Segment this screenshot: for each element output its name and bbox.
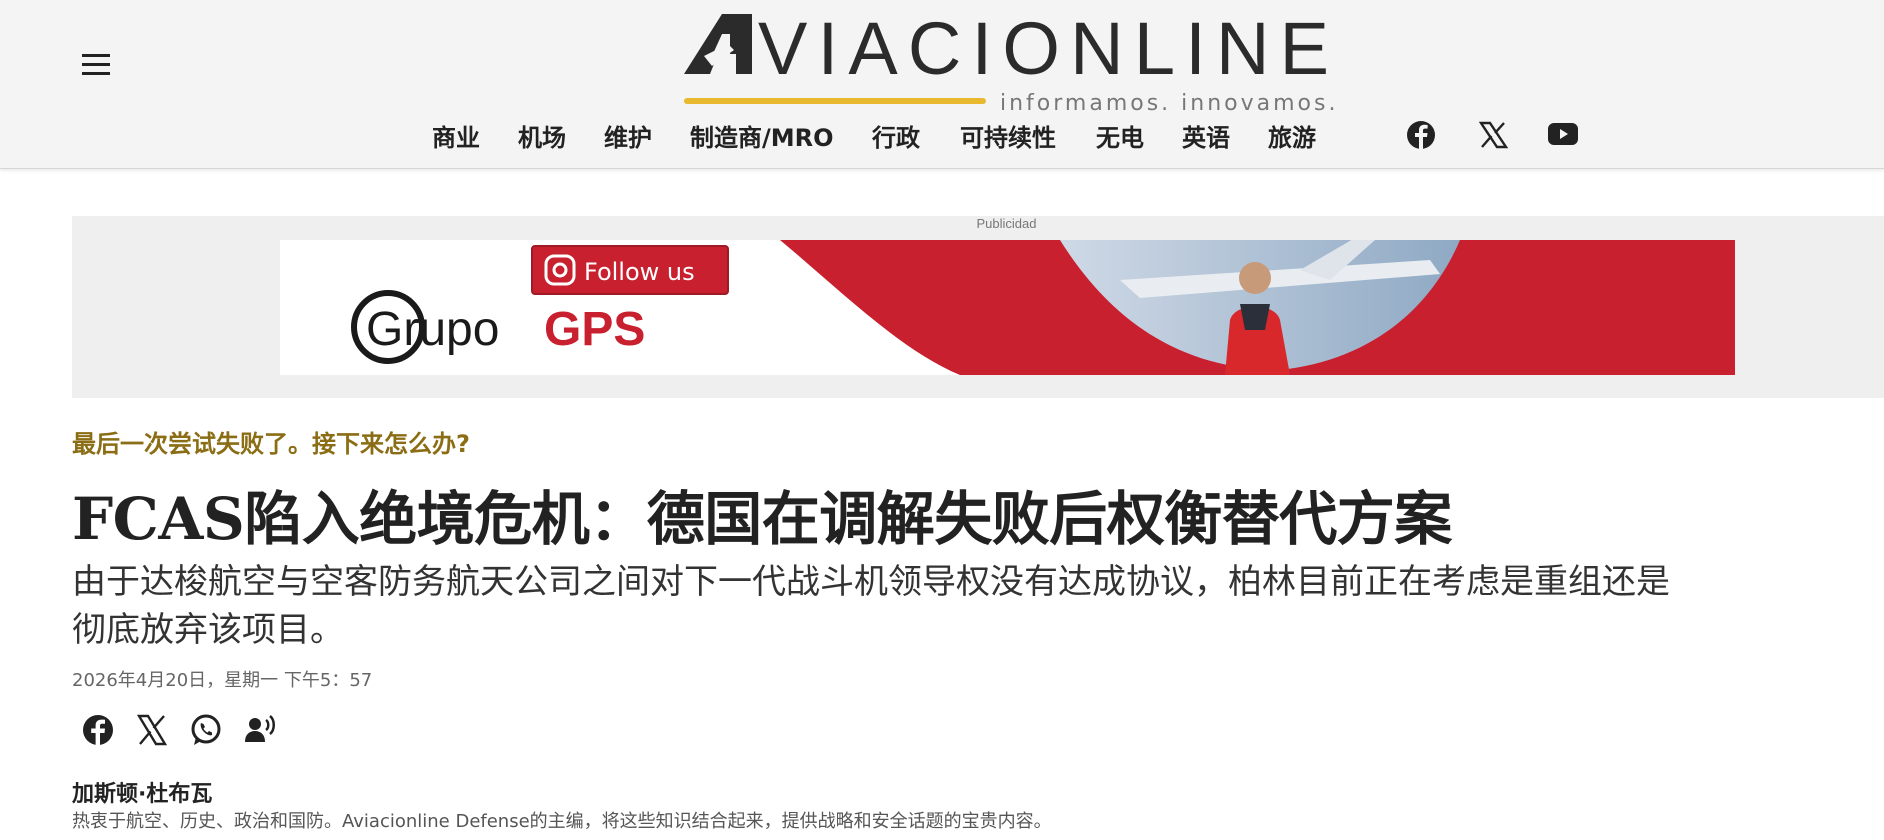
whatsapp-icon[interactable] bbox=[188, 712, 224, 748]
nav-item-travel[interactable]: 旅游 bbox=[1268, 118, 1316, 153]
svg-text:GPS: GPS bbox=[544, 303, 645, 356]
ad-follow-button: Follow us bbox=[531, 245, 729, 295]
youtube-icon[interactable] bbox=[1546, 120, 1580, 150]
site-header: VIACIONLINE informamos. innovamos. 商业 机场… bbox=[0, 0, 1884, 169]
nav-item-manufacturers[interactable]: 制造商/MRO bbox=[690, 118, 834, 153]
logo-underline bbox=[684, 98, 986, 104]
article-subhead: 由于达梭航空与空客防务航天公司之间对下一代战斗机领导权没有达成协议，柏林目前正在… bbox=[72, 562, 1670, 650]
tagline: informamos. innovamos. bbox=[1000, 91, 1334, 116]
ad-banner[interactable]: Follow us Grupo GPS bbox=[280, 240, 1735, 375]
nav-item-sustainability[interactable]: 可持续性 bbox=[960, 118, 1056, 153]
facebook-icon[interactable] bbox=[1404, 120, 1438, 150]
author-bio: 热衷于航空、历史、政治和国防。Aviacionline Defense的主编，将… bbox=[72, 811, 1052, 832]
article-headline: FCAS陷入绝境危机：德国在调解失败后权衡替代方案 bbox=[72, 485, 1452, 553]
nav-item-english[interactable]: 英语 bbox=[1182, 118, 1230, 153]
logo-text: VIACIONLINE bbox=[758, 10, 1332, 90]
listen-icon[interactable] bbox=[242, 712, 278, 748]
nav-item-electric[interactable]: 无电 bbox=[1096, 118, 1144, 153]
publish-date: 2026年4月20日，星期一 下午5：57 bbox=[72, 670, 373, 691]
hamburger-menu-icon[interactable] bbox=[80, 52, 112, 78]
nav-item-airports[interactable]: 机场 bbox=[518, 118, 566, 153]
svg-text:Follow us: Follow us bbox=[584, 258, 695, 286]
x-icon[interactable] bbox=[1476, 120, 1510, 150]
author-name[interactable]: 加斯顿·杜布瓦 bbox=[72, 776, 212, 808]
article-kicker: 最后一次尝试失败了。接下来怎么办? bbox=[72, 430, 470, 458]
site-logo[interactable]: VIACIONLINE informamos. innovamos. bbox=[682, 10, 1334, 120]
ad-label: Publicidad bbox=[976, 216, 1037, 231]
nav-item-maintenance[interactable]: 维护 bbox=[604, 118, 652, 153]
nav-item-administration[interactable]: 行政 bbox=[872, 118, 920, 153]
main-nav: 商业 机场 维护 制造商/MRO 行政 可持续性 无电 英语 旅游 bbox=[0, 118, 1884, 154]
facebook-icon[interactable] bbox=[80, 712, 116, 748]
x-icon[interactable] bbox=[134, 712, 170, 748]
nav-item-business[interactable]: 商业 bbox=[432, 118, 480, 153]
svg-text:Grupo: Grupo bbox=[366, 303, 499, 356]
